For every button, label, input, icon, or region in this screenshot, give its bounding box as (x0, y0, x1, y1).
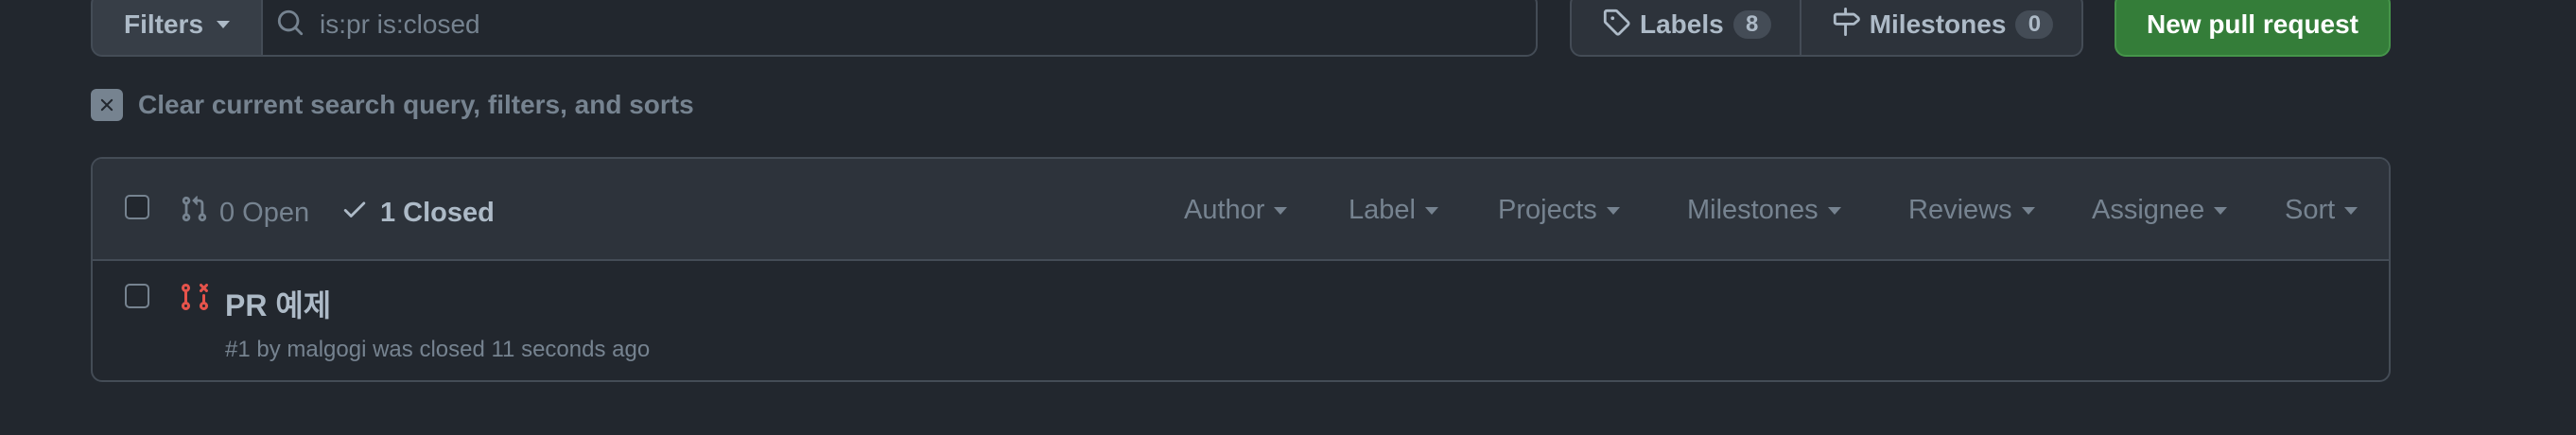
clear-filters-link[interactable]: Clear current search query, filters, and… (91, 89, 694, 121)
author-filter-label: Author (1184, 195, 1265, 225)
milestones-button[interactable]: Milestones 0 (1799, 0, 2082, 55)
filters-dropdown-button[interactable]: Filters (91, 0, 261, 57)
new-pull-request-button[interactable]: New pull request (2115, 0, 2391, 57)
closed-count-label: 1 Closed (380, 197, 495, 228)
row-select-checkbox[interactable] (125, 284, 149, 308)
assignee-filter-label: Assignee (2092, 195, 2205, 225)
reviews-filter-dropdown[interactable]: Reviews (1908, 195, 2035, 226)
clear-filters-text: Clear current search query, filters, and… (138, 90, 694, 119)
projects-filter-dropdown[interactable]: Projects (1498, 195, 1620, 226)
milestones-filter-dropdown[interactable]: Milestones (1687, 195, 1841, 226)
close-icon (91, 89, 123, 121)
reviews-filter-label: Reviews (1908, 195, 2012, 225)
chevron-down-icon (1827, 206, 1841, 215)
pr-meta-text: #1 by malgogi was closed 11 seconds ago (225, 337, 651, 362)
search-toolbar: Filters (91, 0, 1538, 57)
labels-button-label: Labels (1640, 9, 1724, 39)
list-header: 0 Open 1 Closed Author Label Projects Mi… (93, 159, 2389, 261)
pr-title-link[interactable]: PR 예제 (225, 282, 331, 325)
labels-button[interactable]: Labels 8 (1572, 0, 1800, 55)
milestones-button-label: Milestones (1869, 9, 2007, 39)
milestones-filter-label: Milestones (1687, 195, 1819, 225)
chevron-down-icon (1606, 206, 1620, 215)
open-state-tab[interactable]: 0 Open (180, 195, 309, 231)
git-pull-request-closed-icon (180, 282, 210, 317)
milestones-count-badge: 0 (2015, 10, 2054, 39)
filters-label: Filters (123, 9, 204, 39)
chevron-down-icon (2021, 206, 2035, 215)
label-filter-dropdown[interactable]: Label (1349, 195, 1438, 226)
labels-milestones-group: Labels 8 Milestones 0 (1570, 0, 2084, 57)
chevron-down-icon (1274, 206, 1288, 215)
chevron-down-icon (2344, 206, 2358, 215)
pull-request-list: 0 Open 1 Closed Author Label Projects Mi… (91, 157, 2391, 382)
open-count-label: 0 Open (219, 197, 310, 228)
pull-requests-page: Filters Labels 8 Milestones 0 New pull r… (0, 0, 2576, 435)
sort-label: Sort (2285, 195, 2336, 225)
list-item: PR 예제 #1 by malgogi was closed 11 second… (93, 261, 2389, 380)
label-filter-label: Label (1349, 195, 1416, 225)
chevron-down-icon (2214, 206, 2228, 215)
tag-icon (1602, 8, 1630, 43)
closed-state-tab[interactable]: 1 Closed (340, 195, 495, 231)
projects-filter-label: Projects (1498, 195, 1597, 225)
select-all-checkbox[interactable] (125, 195, 149, 219)
chevron-down-icon (1424, 206, 1438, 215)
labels-count-badge: 8 (1732, 10, 1771, 39)
author-filter-dropdown[interactable]: Author (1184, 195, 1288, 226)
assignee-filter-dropdown[interactable]: Assignee (2092, 195, 2228, 226)
check-icon (340, 195, 369, 231)
chevron-down-icon (217, 21, 231, 28)
search-icon (276, 9, 305, 42)
milestone-icon (1832, 7, 1860, 43)
git-pull-request-icon (180, 195, 208, 231)
search-field[interactable] (261, 0, 1538, 57)
search-input[interactable] (320, 9, 1502, 40)
sort-dropdown[interactable]: Sort (2285, 195, 2358, 226)
